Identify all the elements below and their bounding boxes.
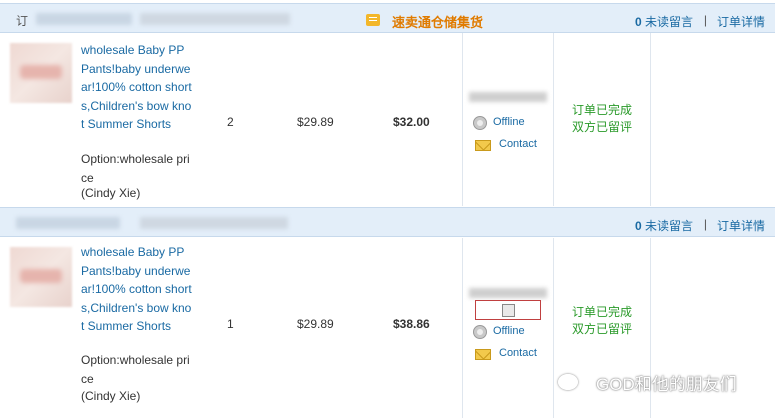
- product-title-link[interactable]: wholesale Baby PP Pants!baby underwear!1…: [81, 243, 193, 336]
- unit-price: $29.89: [297, 115, 334, 129]
- unit-price: $29.89: [297, 317, 334, 331]
- contact-seller-link[interactable]: Contact: [499, 347, 537, 359]
- separator: |: [703, 217, 707, 231]
- order-status-complete: 订单已完成: [572, 103, 633, 117]
- column-divider: [553, 238, 554, 418]
- product-title-link[interactable]: wholesale Baby PP Pants!baby underwear!1…: [81, 41, 193, 134]
- warehouse-label: 速卖通仓储集货: [392, 15, 484, 30]
- order-id-label: 订: [16, 14, 29, 28]
- broken-image: [475, 300, 541, 320]
- offline-status-icon: [473, 116, 487, 130]
- order-status-reviewed: 双方已留评: [572, 120, 633, 134]
- column-divider: [650, 32, 651, 206]
- order-status-reviewed: 双方已留评: [572, 322, 633, 336]
- column-divider: [553, 32, 554, 206]
- column-divider: [462, 238, 463, 418]
- order-total: $38.86: [393, 317, 430, 331]
- seller-online-status: Offline: [493, 325, 525, 337]
- order-number-redacted: [16, 217, 120, 229]
- mail-icon[interactable]: [475, 140, 491, 151]
- mail-icon[interactable]: [475, 349, 491, 360]
- quantity: 1: [227, 317, 234, 331]
- order-detail-link[interactable]: 订单详情: [717, 217, 765, 234]
- contact-seller-link[interactable]: Contact: [499, 138, 537, 150]
- seller-name-redacted: [469, 92, 547, 102]
- order-header: 订 速卖通仓储集货 0 未读留言 | 订单详情: [0, 3, 775, 33]
- warehouse-icon: [366, 14, 380, 26]
- column-divider: [462, 32, 463, 206]
- order-status: 订单已完成 双方已留评: [572, 102, 632, 136]
- order-detail-link[interactable]: 订单详情: [717, 13, 765, 30]
- offline-status-icon: [473, 325, 487, 339]
- order-total: $32.00: [393, 115, 430, 129]
- product-option: Option:wholesale price: [81, 152, 190, 185]
- unread-messages-link[interactable]: 0 未读留言: [635, 217, 693, 234]
- quantity: 2: [227, 115, 234, 129]
- product-thumbnail[interactable]: [10, 247, 72, 307]
- seller-name-redacted: [469, 288, 547, 298]
- broken-image-icon: [502, 304, 515, 317]
- order-number-redacted: [36, 13, 132, 25]
- product-thumbnail[interactable]: [10, 43, 72, 103]
- buyer-name: (Cindy Xie): [81, 186, 141, 200]
- seller-online-status: Offline: [493, 116, 525, 128]
- order-status: 订单已完成 双方已留评: [572, 304, 632, 338]
- watermark: GOD和他的朋友们: [596, 375, 737, 394]
- order-date-redacted: [140, 217, 288, 229]
- product-option: Option:wholesale price: [81, 353, 190, 386]
- wechat-icon: [558, 374, 578, 390]
- unread-messages-link[interactable]: 0 未读留言: [635, 13, 693, 30]
- order-date-redacted: [140, 13, 290, 25]
- separator: |: [703, 13, 707, 27]
- buyer-name: (Cindy Xie): [81, 389, 141, 403]
- order-header: 0 未读留言 | 订单详情: [0, 207, 775, 237]
- order-status-complete: 订单已完成: [572, 305, 633, 319]
